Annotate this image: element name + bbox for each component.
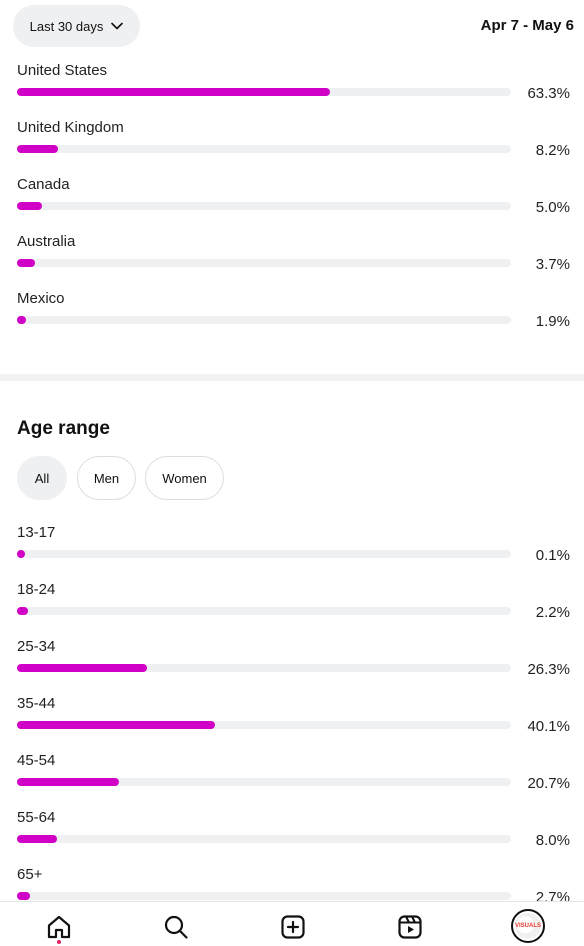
header: Last 30 days Apr 7 - May 6 [0,0,584,56]
age-range-bar-track [17,664,511,672]
country-row: United States 63.3% [0,62,584,119]
nav-reels[interactable] [395,912,425,942]
country-value: 63.3% [527,85,570,102]
age-range-value: 26.3% [527,661,570,678]
notification-dot [57,940,61,944]
age-range-row: 13-17 0.1% [0,524,584,581]
age-range-bar-track [17,835,511,843]
country-bar-fill [17,145,58,153]
country-bar-track [17,202,511,210]
avatar-image: VISUALS [515,913,541,939]
country-bar-fill [17,202,42,210]
country-label: United States [17,62,108,79]
nav-home[interactable] [44,912,74,942]
age-range-row: 55-64 8.0% [0,809,584,866]
bottom-nav: VISUALS [0,901,584,946]
country-bar-track [17,88,511,96]
country-bar-track [17,145,511,153]
age-range-bar-fill [17,550,25,558]
age-range-bar-fill [17,721,215,729]
country-label: Canada [17,176,70,193]
filter-women-button[interactable]: Women [145,456,224,500]
date-range-dropdown-label: Last 30 days [29,18,104,34]
age-range-label: 18-24 [17,581,56,598]
country-row: Mexico 1.9% [0,290,584,347]
country-value: 5.0% [535,199,570,216]
create-icon [281,915,305,939]
age-range-row: 35-44 40.1% [0,695,584,752]
date-range-text: Apr 7 - May 6 [480,17,574,34]
age-range-value: 40.1% [527,718,570,735]
chevron-down-icon [111,22,124,30]
age-range-bar-fill [17,607,28,615]
country-label: United Kingdom [17,119,124,136]
age-range-value: 0.1% [535,547,570,564]
age-range-label: 35-44 [17,695,56,712]
country-bar-fill [17,88,330,96]
age-range-label: 65+ [17,866,43,883]
country-row: United Kingdom 8.2% [0,119,584,176]
age-range-bar-fill [17,778,119,786]
age-range-bar-fill [17,664,147,672]
country-bar-fill [17,259,35,267]
insights-screen: Last 30 days Apr 7 - May 6 United States… [0,0,584,946]
age-range-bar-fill [17,892,30,900]
country-value: 3.7% [535,256,570,273]
age-range-row: 45-54 20.7% [0,752,584,809]
nav-search[interactable] [161,912,191,942]
country-row: Canada 5.0% [0,176,584,233]
age-range-bar-track [17,778,511,786]
country-value: 8.2% [535,142,570,159]
age-range-bar-track [17,892,511,900]
age-range-label: 55-64 [17,809,56,826]
age-range-title: Age range [17,418,110,439]
country-bar-track [17,259,511,267]
filter-all-button[interactable]: All [17,456,67,500]
filter-men-label: Men [93,470,120,486]
home-icon [47,915,71,939]
age-range-row: 25-34 26.3% [0,638,584,695]
age-range-label: 13-17 [17,524,56,541]
age-range-bar-fill [17,835,57,843]
filter-women-label: Women [162,470,207,486]
age-range-value: 20.7% [527,775,570,792]
age-range-label: 25-34 [17,638,56,655]
section-divider [0,374,584,381]
age-range-label: 45-54 [17,752,56,769]
country-label: Mexico [17,290,65,307]
country-bar-track [17,316,511,324]
country-label: Australia [17,233,76,250]
filter-all-label: All [34,470,50,486]
age-range-bar-track [17,721,511,729]
reels-icon [398,915,422,939]
profile-avatar[interactable]: VISUALS [511,909,545,943]
country-value: 1.9% [535,313,570,330]
age-range-bar-track [17,607,511,615]
date-range-dropdown[interactable]: Last 30 days [13,5,140,47]
age-range-value: 8.0% [535,832,570,849]
age-range-value: 2.2% [535,604,570,621]
age-range-bar-track [17,550,511,558]
age-range-row: 18-24 2.2% [0,581,584,638]
filter-men-button[interactable]: Men [77,456,136,500]
search-icon [164,915,188,939]
country-bar-fill [17,316,26,324]
country-row: Australia 3.7% [0,233,584,290]
nav-create[interactable] [278,912,308,942]
